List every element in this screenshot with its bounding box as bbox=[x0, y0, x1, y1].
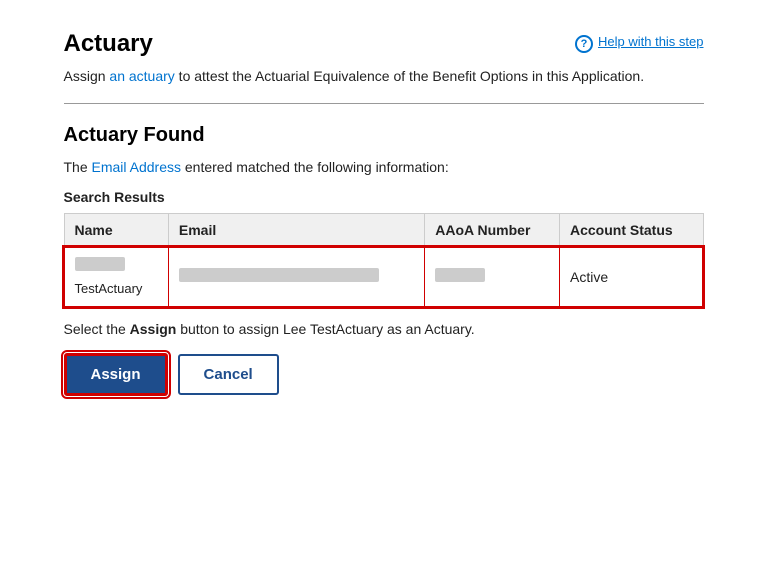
col-header-name: Name bbox=[64, 214, 168, 247]
intro-link: an actuary bbox=[109, 68, 174, 84]
email-placeholder-rect bbox=[179, 268, 379, 282]
col-header-status: Account Status bbox=[559, 214, 703, 247]
matched-plain: The bbox=[64, 159, 92, 175]
col-header-aaoa: AAoA Number bbox=[425, 214, 560, 247]
aaoa-cell bbox=[425, 247, 560, 307]
table-row[interactable]: TestActuary Active bbox=[64, 247, 703, 307]
page-wrapper: Actuary ? Help with this step Assign an … bbox=[34, 0, 734, 436]
assign-instr-pre: Select the bbox=[64, 321, 130, 337]
table-header-row: Name Email AAoA Number Account Status bbox=[64, 214, 703, 247]
matched-rest: entered matched the following informatio… bbox=[181, 159, 449, 175]
assign-instr-bold: Assign bbox=[130, 321, 177, 337]
help-link[interactable]: ? Help with this step bbox=[575, 34, 704, 53]
page-title: Actuary bbox=[64, 30, 153, 58]
search-results-label: Search Results bbox=[64, 189, 704, 205]
aaoa-placeholder-rect bbox=[435, 268, 485, 282]
name-text: TestActuary bbox=[75, 281, 143, 296]
assign-button[interactable]: Assign bbox=[64, 353, 168, 396]
assign-instr-post: button to assign Lee TestActuary as an A… bbox=[176, 321, 474, 337]
matched-link: Email Address bbox=[92, 159, 181, 175]
name-placeholder-rect bbox=[75, 257, 125, 271]
col-header-email: Email bbox=[168, 214, 424, 247]
help-link-text: Help with this step bbox=[598, 34, 704, 51]
section-title: Actuary Found bbox=[64, 124, 704, 147]
page-header: Actuary ? Help with this step bbox=[64, 30, 704, 58]
results-table: Name Email AAoA Number Account Status Te… bbox=[64, 213, 704, 307]
cancel-button[interactable]: Cancel bbox=[178, 354, 279, 395]
matched-text: The Email Address entered matched the fo… bbox=[64, 159, 704, 175]
section-divider bbox=[64, 103, 704, 104]
button-row: Assign Cancel bbox=[64, 353, 704, 396]
intro-plain: Assign bbox=[64, 68, 110, 84]
email-cell bbox=[168, 247, 424, 307]
intro-rest: to attest the Actuarial Equivalence of t… bbox=[175, 68, 644, 84]
status-text: Active bbox=[570, 269, 608, 285]
intro-text: Assign an actuary to attest the Actuaria… bbox=[64, 66, 704, 87]
assign-instruction: Select the Assign button to assign Lee T… bbox=[64, 321, 704, 337]
status-cell: Active bbox=[559, 247, 703, 307]
name-cell: TestActuary bbox=[64, 247, 168, 307]
help-icon: ? bbox=[575, 35, 593, 53]
